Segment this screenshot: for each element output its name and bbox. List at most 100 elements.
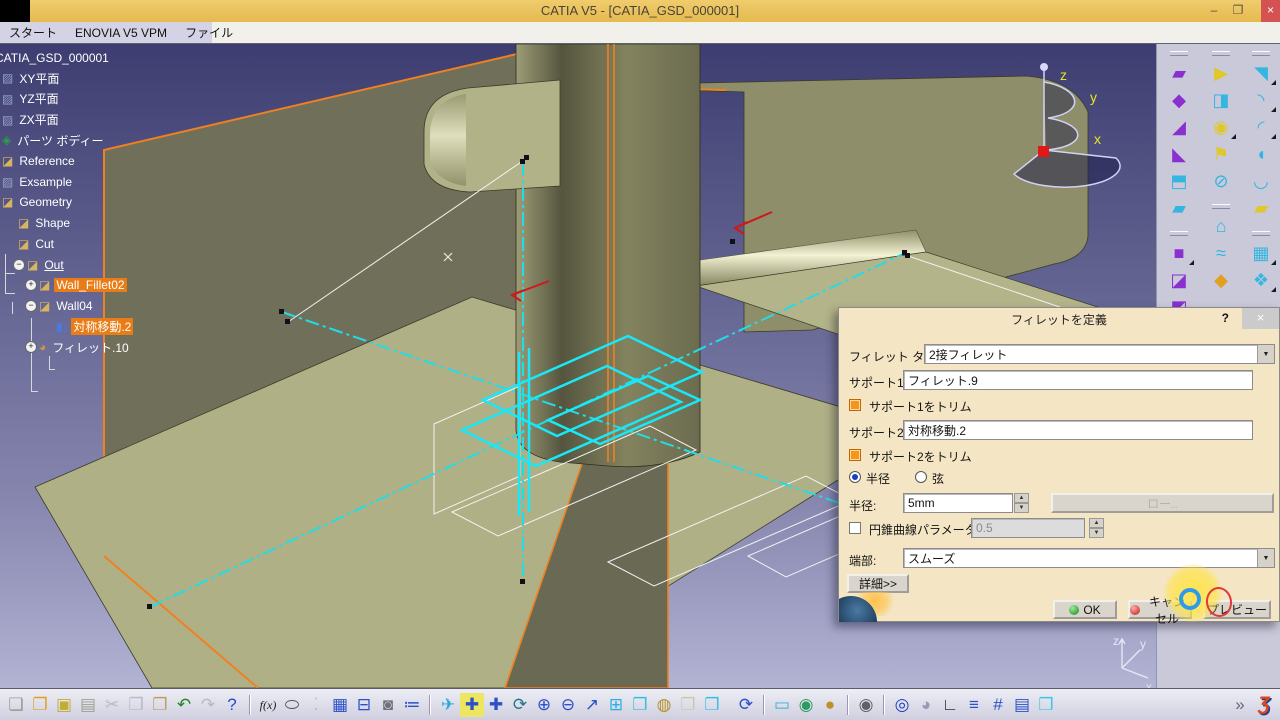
tree-item--10[interactable]: +◕フィレット.10 — [25, 339, 131, 356]
toolbar-grab-handle[interactable] — [1212, 51, 1230, 56]
rotate-icon[interactable]: ⟳ — [508, 693, 532, 717]
undo-icon[interactable]: ↶ — [172, 693, 196, 717]
open-icon[interactable]: ❐ — [28, 693, 52, 717]
tree-item-label[interactable]: Geometry — [17, 195, 74, 209]
tree-item-shape[interactable]: ◪Shape — [18, 215, 72, 232]
notebook-icon[interactable]: ▤ — [1010, 693, 1034, 717]
solid-cube-icon[interactable]: ■ — [1164, 240, 1194, 266]
tree-item-label[interactable]: Cut — [33, 237, 56, 251]
stamp-stack-icon[interactable]: ⬒ — [1164, 168, 1194, 194]
tree-item-catia_gsd_000001[interactable]: CATIA_GSD_000001 — [0, 49, 111, 66]
close-button[interactable]: × — [1261, 0, 1280, 22]
trim-cut-icon[interactable]: ❖ — [1246, 267, 1276, 293]
save-icon[interactable]: ▣ — [52, 693, 76, 717]
flyout-arrow-icon[interactable] — [1271, 260, 1276, 265]
iso-view-icon[interactable]: ❒ — [628, 693, 652, 717]
cube-icon[interactable]: ❒ — [1034, 693, 1058, 717]
tree-item-label[interactable]: ZX平面 — [17, 111, 60, 128]
measure-item-icon[interactable]: ◉ — [794, 693, 818, 717]
hole-icon[interactable]: ◉ — [1206, 114, 1236, 140]
bend-arc-icon[interactable]: ◝ — [1246, 87, 1276, 113]
tree-item--[interactable]: ◈パーツ ボディー — [2, 132, 106, 149]
extremity-combo[interactable]: スムーズ ▼ — [903, 548, 1275, 568]
pin-point-icon[interactable]: ◆ — [1206, 267, 1236, 293]
law-button[interactable]: ロー.. — [1051, 493, 1274, 513]
navigate-sphere-icon[interactable]: ◕ — [914, 693, 938, 717]
work-grid-icon[interactable]: # — [986, 693, 1010, 717]
tree-item-label[interactable]: Exsample — [17, 175, 74, 189]
dialog-close-icon[interactable]: × — [1242, 308, 1279, 329]
structure-icon[interactable]: ⊟ — [352, 693, 376, 717]
point-select-icon[interactable]: ▶ — [1206, 60, 1236, 86]
curve-flag-icon[interactable]: ◜ — [1246, 114, 1276, 140]
render-style-icon[interactable]: ◍ — [652, 693, 676, 717]
extrude-box-icon[interactable]: ◨ — [1206, 87, 1236, 113]
patch-grid-icon[interactable]: ▦ — [1246, 240, 1276, 266]
flyout-arrow-icon[interactable] — [1271, 287, 1276, 292]
tilted-bar-icon[interactable]: ▰ — [1246, 195, 1276, 221]
support1-input[interactable]: フィレット.9 — [903, 370, 1253, 390]
inertia-icon[interactable]: ● — [818, 693, 842, 717]
shade-2-icon[interactable]: ❒ — [700, 693, 724, 717]
toolbar-grab-handle[interactable] — [1252, 231, 1270, 236]
axis-system-icon[interactable]: ∟ — [938, 693, 962, 717]
fit-all-in-icon[interactable]: ✚ — [460, 693, 484, 717]
rotate-box-icon[interactable]: ⟳ — [734, 693, 758, 717]
fly-mode-icon[interactable]: ✈ — [436, 693, 460, 717]
levels-icon[interactable]: ≡ — [962, 693, 986, 717]
toolbar-grab-handle[interactable] — [1252, 51, 1270, 56]
dome-a-icon[interactable]: ◖ — [1246, 141, 1276, 167]
layers-icon[interactable]: ≈ — [1206, 240, 1236, 266]
tree-item-label[interactable]: 対称移動.2 — [71, 318, 133, 335]
flyout-arrow-icon[interactable] — [1271, 134, 1276, 139]
toolbar-grab-handle[interactable] — [1170, 231, 1188, 236]
redo-icon[interactable]: ↷ — [196, 693, 220, 717]
tree-expander-icon[interactable]: + — [25, 341, 37, 353]
menu-file[interactable]: ファイル — [176, 24, 242, 41]
minimize-button[interactable]: – — [1204, 2, 1224, 19]
print-icon[interactable]: ▤ — [76, 693, 100, 717]
tree-expander-icon[interactable]: − — [25, 300, 37, 312]
trim-support1-checkbox[interactable] — [849, 399, 861, 411]
chevron-down-icon[interactable]: ▼ — [1257, 345, 1274, 363]
tree-item-label[interactable]: Reference — [17, 154, 76, 168]
lock-icon[interactable]: ◙ — [376, 693, 400, 717]
dome-up-icon[interactable]: ⌂ — [1206, 213, 1236, 239]
radius-radio[interactable] — [849, 471, 861, 483]
wedge-a-icon[interactable]: ◢ — [1164, 114, 1194, 140]
tree-item-label[interactable]: XY平面 — [17, 70, 61, 87]
tree-item-label[interactable]: Wall04 — [54, 299, 94, 313]
toolbar-grab-handle[interactable] — [1170, 51, 1188, 56]
knowledge-wheel-icon[interactable]: ◎ — [890, 693, 914, 717]
wedge-b-icon[interactable]: ◣ — [1164, 141, 1194, 167]
tree-item-wall_fillet02[interactable]: +◪Wall_Fillet02 — [25, 277, 127, 294]
stairs-surface-icon[interactable]: ▰ — [1164, 60, 1194, 86]
tree-item-xy-[interactable]: ▨XY平面 — [2, 70, 61, 87]
tree-item-exsample[interactable]: ▨Exsample — [2, 173, 74, 190]
overflow-chevron-icon[interactable]: » — [1228, 693, 1252, 717]
tree-item-label[interactable]: YZ平面 — [17, 90, 60, 107]
tree-item-label[interactable]: Out — [42, 258, 65, 272]
new-document-icon[interactable]: ❏ — [4, 693, 28, 717]
tree-item-label[interactable]: Wall_Fillet02 — [54, 278, 126, 292]
paste-icon[interactable]: ❒ — [148, 693, 172, 717]
capture-icon[interactable]: ◉ — [854, 693, 878, 717]
tree-item-zx-[interactable]: ▨ZX平面 — [2, 111, 61, 128]
constraints-icon[interactable]: ≔ — [400, 693, 424, 717]
fold-a-icon[interactable]: ◪ — [1164, 267, 1194, 293]
trim-support2-checkbox[interactable] — [849, 449, 861, 461]
menu-start[interactable]: スタート — [0, 24, 66, 41]
flyout-arrow-icon[interactable] — [1271, 80, 1276, 85]
tree-item-out[interactable]: −◪Out — [13, 256, 66, 273]
comment-icon[interactable]: ⬭ — [280, 693, 304, 717]
tree-item-label[interactable]: フィレット.10 — [50, 339, 130, 356]
shade-1-icon[interactable]: ❒ — [676, 693, 700, 717]
dome-b-icon[interactable]: ◡ — [1246, 168, 1276, 194]
tree-item-cut[interactable]: ◪Cut — [18, 235, 56, 252]
design-table-icon[interactable]: ▦ — [328, 693, 352, 717]
tree-item-label[interactable]: CATIA_GSD_000001 — [0, 51, 111, 65]
tree-item-reference[interactable]: ◪Reference — [2, 153, 77, 170]
ok-button[interactable]: OK — [1053, 600, 1117, 619]
flag-curve-icon[interactable]: ⚑ — [1206, 141, 1236, 167]
normal-view-icon[interactable]: ↗ — [580, 693, 604, 717]
